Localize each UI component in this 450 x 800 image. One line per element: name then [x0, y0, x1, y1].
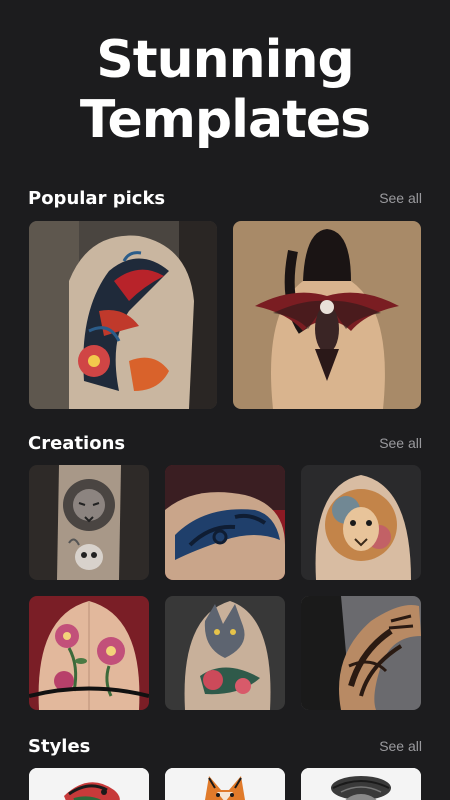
creation-card-floral-back-tattoo[interactable]	[29, 596, 149, 710]
hero-title: Stunning Templates	[0, 30, 450, 150]
section-title-creations: Creations	[28, 432, 126, 454]
style-card-traditional-snake[interactable]	[29, 768, 149, 800]
see-all-styles-link[interactable]: See all	[379, 738, 422, 754]
section-header-styles: Styles See all	[28, 734, 422, 758]
hero-title-line-2: Templates	[79, 90, 371, 150]
creation-card-wolf-floral-tattoo[interactable]	[165, 596, 285, 710]
section-header-creations: Creations See all	[28, 431, 422, 455]
blackwork-portrait-style-image	[301, 768, 421, 800]
creation-card-watercolor-lion-tattoo[interactable]	[301, 465, 421, 580]
tribal-sleeve-tattoo-image	[165, 465, 285, 580]
watercolor-lion-tattoo-image	[301, 465, 421, 580]
section-title-popular: Popular picks	[28, 187, 166, 209]
hero-title-line-1: Stunning	[96, 30, 354, 90]
see-all-popular-link[interactable]: See all	[379, 190, 422, 206]
creation-card-lion-skull-tattoo[interactable]	[29, 465, 149, 580]
maori-sleeve-tattoo-image	[301, 596, 421, 710]
floral-back-tattoo-image	[29, 596, 149, 710]
creation-card-tribal-sleeve-tattoo[interactable]	[165, 465, 285, 580]
section-title-styles: Styles	[28, 735, 91, 757]
phoenix-arm-tattoo-image	[29, 221, 217, 409]
popular-card-phoenix-arm-tattoo[interactable]	[29, 221, 217, 409]
eagle-back-tattoo-image	[233, 221, 421, 409]
lion-skull-tattoo-image	[29, 465, 149, 580]
section-header-popular: Popular picks See all	[28, 186, 422, 210]
snake-style-image	[29, 768, 149, 800]
style-card-blackwork-portrait[interactable]	[301, 768, 421, 800]
wolf-floral-tattoo-image	[165, 596, 285, 710]
style-card-neo-traditional-fox[interactable]	[165, 768, 285, 800]
popular-card-eagle-back-tattoo[interactable]	[233, 221, 421, 409]
fox-style-image	[165, 768, 285, 800]
creation-card-maori-sleeve-tattoo[interactable]	[301, 596, 421, 710]
see-all-creations-link[interactable]: See all	[379, 435, 422, 451]
